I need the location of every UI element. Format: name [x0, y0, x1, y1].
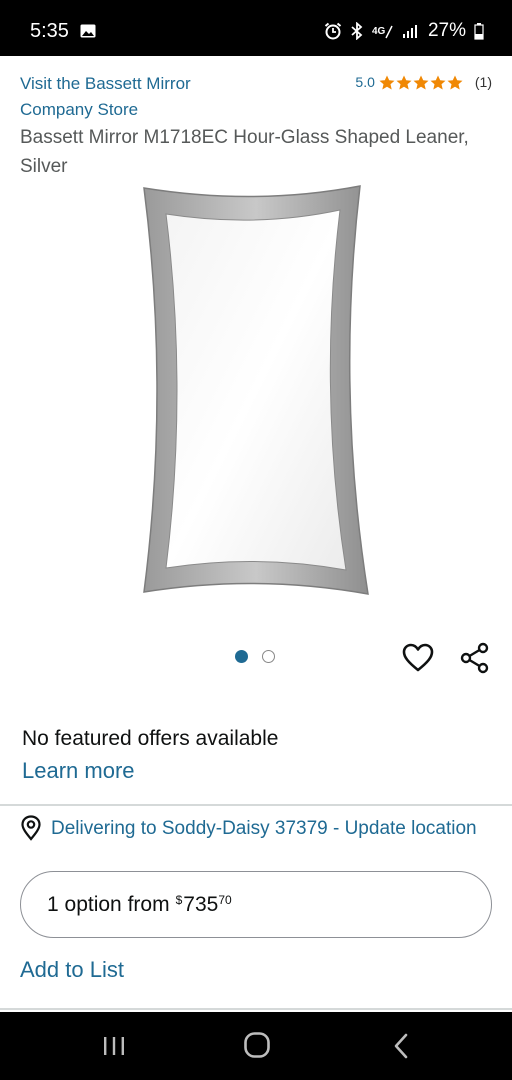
- add-to-list-button[interactable]: Add to List: [20, 957, 124, 983]
- learn-more-link[interactable]: Learn more: [22, 758, 135, 784]
- share-icon[interactable]: [459, 642, 491, 674]
- heart-icon[interactable]: [402, 643, 434, 673]
- star-icon: [447, 75, 463, 89]
- price-whole: 735: [183, 892, 219, 916]
- product-image[interactable]: [140, 182, 372, 600]
- home-icon[interactable]: [243, 1031, 271, 1064]
- battery-percentage: 27%: [427, 20, 466, 41]
- status-icons: 4G 27%: [324, 20, 484, 42]
- product-title: Bassett Mirror M1718EC Hour-Glass Shaped…: [20, 127, 469, 177]
- signal-icon: [402, 23, 418, 39]
- alarm-icon: [324, 22, 342, 40]
- network-label: 4G: [372, 26, 386, 37]
- image-carousel-dots: [235, 650, 275, 663]
- network-4g-icon: 4G: [372, 22, 394, 40]
- system-nav-bar: [0, 1012, 512, 1080]
- rating-count: (1): [474, 74, 492, 90]
- price-fraction: 70: [218, 892, 232, 907]
- bluetooth-icon: [350, 22, 364, 40]
- status-bar: 5:35 4G 27%: [0, 0, 512, 56]
- buying-options-button[interactable]: 1 option from $ 735 70: [20, 871, 492, 938]
- back-icon[interactable]: [391, 1033, 411, 1064]
- divider: [0, 804, 512, 806]
- options-price: $ 735 70: [176, 893, 232, 917]
- store-link[interactable]: Visit the Bassett Mirror Company Store: [20, 71, 240, 123]
- price-currency: $: [175, 892, 183, 907]
- status-time: 5:35: [30, 20, 69, 42]
- star-icon: [413, 75, 429, 89]
- carousel-dot-active[interactable]: [235, 650, 248, 663]
- star-icon: [379, 75, 395, 89]
- star-icon: [396, 75, 412, 89]
- divider: [0, 1008, 512, 1010]
- battery-icon: [474, 22, 484, 40]
- rating-score: 5.0: [355, 74, 375, 90]
- star-icon: [430, 75, 446, 89]
- gallery-notification-icon: [80, 24, 96, 38]
- delivery-location-text[interactable]: Delivering to Soddy-Daisy 37379 - Update…: [51, 814, 477, 843]
- options-label: 1 option from: [47, 892, 170, 916]
- no-offers-message: No featured offers available: [22, 727, 279, 750]
- rating-summary[interactable]: 5.0 (1): [355, 74, 492, 90]
- rating-stars: [379, 75, 463, 90]
- delivery-location[interactable]: Delivering to Soddy-Daisy 37379 - Update…: [20, 814, 490, 843]
- recents-icon[interactable]: [102, 1036, 126, 1061]
- carousel-dot[interactable]: [262, 650, 275, 663]
- location-pin-icon: [20, 815, 42, 841]
